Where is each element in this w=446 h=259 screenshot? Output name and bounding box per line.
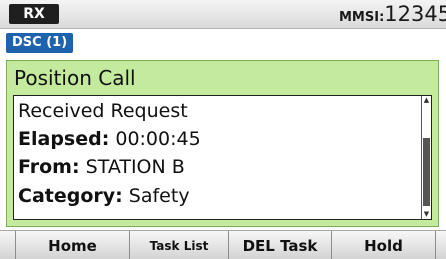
- home-button-label: Home: [48, 236, 97, 255]
- elapsed-line: Elapsed: 00:00:45: [18, 127, 201, 151]
- hold-button-label: Hold: [364, 236, 403, 255]
- message-content[interactable]: Received Request Elapsed: 00:00:45 From:…: [13, 95, 432, 220]
- mmsi-value: 123456789: [384, 2, 446, 26]
- scrollbar[interactable]: ▲ ▼: [421, 96, 431, 219]
- window-title: Position Call: [14, 66, 136, 90]
- from-value: STATION B: [79, 156, 185, 178]
- status-bar: RX MMSI:123456789: [0, 0, 446, 29]
- scrollbar-thumb[interactable]: [423, 138, 430, 206]
- dsc-count-badge[interactable]: DSC (1): [6, 33, 74, 53]
- category-value: Safety: [122, 185, 190, 207]
- category-label: Category:: [18, 185, 123, 207]
- function-key-bar: Home Task List DEL Task Hold: [0, 230, 446, 259]
- radio-screen: RX MMSI:123456789 DSC (1) Position Call …: [0, 0, 446, 259]
- status-line-value: Received Request: [18, 100, 188, 122]
- home-button[interactable]: Home: [15, 231, 129, 259]
- scroll-up-arrow-icon[interactable]: ▲: [422, 96, 431, 105]
- mmsi-label: MMSI:: [339, 10, 385, 25]
- from-label: From:: [18, 156, 80, 178]
- elapsed-label: Elapsed:: [18, 128, 110, 150]
- dsc-row: DSC (1): [0, 29, 446, 58]
- next-key-edge[interactable]: [435, 231, 446, 259]
- elapsed-value: 00:00:45: [109, 128, 201, 150]
- del-task-button-label: DEL Task: [242, 236, 318, 255]
- from-line: From: STATION B: [18, 155, 185, 179]
- task-list-button[interactable]: Task List: [129, 231, 228, 259]
- category-line: Category: Safety: [18, 184, 190, 208]
- position-call-window: Position Call Received Request Elapsed: …: [6, 60, 439, 227]
- rx-mode-badge: RX: [9, 4, 59, 24]
- mmsi-display: MMSI:123456789: [339, 2, 446, 30]
- scroll-down-arrow-icon[interactable]: ▼: [422, 210, 431, 219]
- status-line: Received Request: [18, 99, 188, 123]
- hold-button[interactable]: Hold: [331, 231, 435, 259]
- task-list-button-label: Task List: [149, 238, 209, 253]
- del-task-button[interactable]: DEL Task: [228, 231, 331, 259]
